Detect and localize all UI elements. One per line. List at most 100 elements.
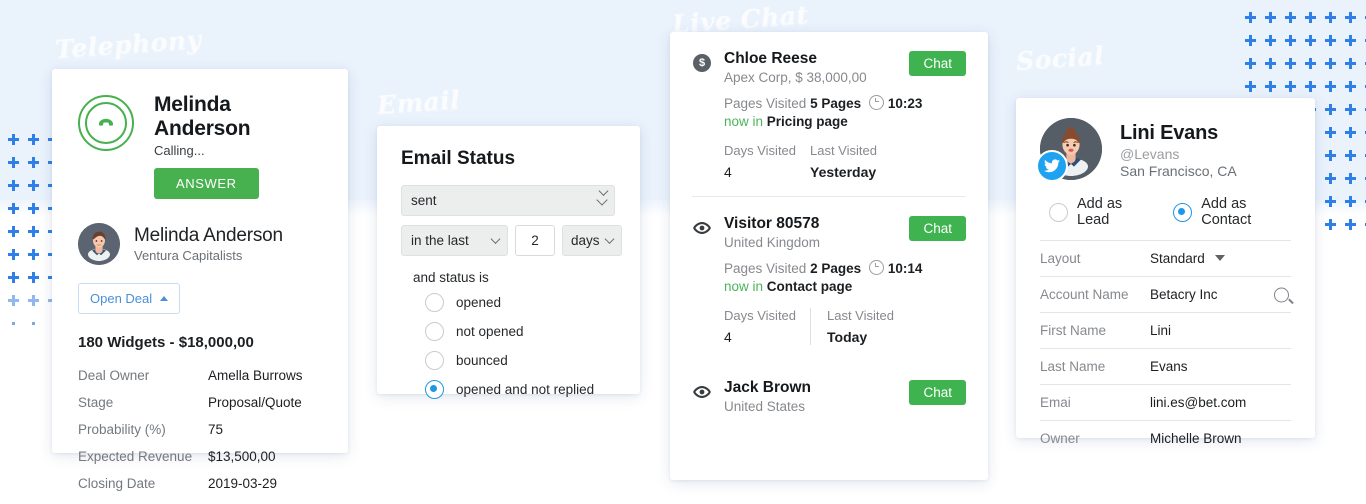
radio-icon[interactable] — [425, 351, 444, 370]
field-value[interactable]: Michelle Brown — [1150, 421, 1291, 457]
visitor-sub: Apex Corp, $ 38,000,00 — [724, 70, 867, 85]
now-in-row: now in Pricing page — [724, 114, 966, 129]
clock-icon — [869, 95, 885, 110]
radio-selected-icon[interactable] — [1173, 202, 1193, 222]
caller-name: Melinda Anderson — [154, 93, 251, 140]
field-value[interactable]: Standard — [1150, 241, 1291, 277]
deal-field-label: Probability (%) — [78, 422, 166, 437]
email-status-select[interactable]: sent — [401, 185, 615, 216]
plus-icon — [1305, 58, 1316, 69]
plus-icon — [1345, 127, 1356, 138]
table-row: Last Name Evans — [1040, 348, 1291, 385]
plus-icon — [8, 295, 19, 306]
last-visited-stat: Last Visited Yesterday — [810, 143, 896, 180]
deal-field-value: Proposal/Quote — [208, 395, 302, 410]
plus-icon — [1245, 58, 1256, 69]
radio-icon[interactable] — [425, 322, 444, 341]
plus-icon — [1265, 58, 1276, 69]
last-visited-stat: Last Visited Today — [810, 308, 894, 345]
radio-icon[interactable] — [1049, 202, 1068, 222]
radio-icon[interactable] — [425, 293, 444, 312]
pages-visited-row: Pages Visited 5 Pages 10:23 — [724, 95, 966, 111]
plus-icon — [1325, 173, 1336, 184]
list-item: $ Chloe Reese Apex Corp, $ 38,000,00 Chat Pa… — [670, 32, 988, 196]
plus-icon — [28, 203, 39, 214]
plus-icon — [1345, 35, 1356, 46]
pages-visited-row: Pages Visited 2 Pages 10:14 — [724, 260, 966, 276]
plus-icon — [1325, 81, 1336, 92]
option-label: opened — [456, 295, 502, 310]
last-visited-value: Yesterday — [810, 164, 877, 180]
social-fields-table: Layout Standard Account Name Betacry Inc Fir… — [1040, 240, 1291, 456]
field-label: Owner — [1040, 431, 1080, 446]
chat-button[interactable]: Chat — [909, 216, 966, 241]
email-status-option[interactable]: opened and not replied — [413, 380, 616, 399]
field-value[interactable]: lini.es@bet.com — [1150, 385, 1291, 421]
last-visited-label: Last Visited — [810, 143, 877, 158]
email-status-option[interactable]: opened — [413, 293, 616, 312]
chevron-up-icon — [160, 296, 169, 301]
plus-icon — [1325, 219, 1336, 230]
deal-field-label: Expected Revenue — [78, 449, 193, 464]
add-as-option[interactable]: Add as Lead — [1040, 196, 1150, 228]
livechat-card: $ Chloe Reese Apex Corp, $ 38,000,00 Chat Pa… — [670, 32, 988, 480]
deal-field-value: $13,500,00 — [208, 449, 276, 464]
visitor-name: Jack Brown — [724, 379, 812, 396]
deal-details-table: Deal Owner Amella Burrows Stage Proposal/Qu… — [78, 365, 322, 500]
pages-visited-value: 2 Pages — [810, 261, 862, 276]
field-value[interactable]: Betacry Inc — [1150, 277, 1291, 313]
field-value-text: Betacry Inc — [1150, 287, 1218, 302]
plus-icon — [1345, 58, 1356, 69]
amount-input[interactable] — [515, 225, 555, 256]
chat-button[interactable]: Chat — [909, 51, 966, 76]
days-visited-stat: Days Visited 4 — [724, 308, 810, 345]
now-in-label: now in — [724, 114, 764, 129]
deal-field-label: Closing Date — [78, 476, 156, 491]
table-row: Probability (%) 75 — [78, 419, 322, 446]
field-value[interactable]: Lini — [1150, 313, 1291, 349]
plus-icon — [1345, 219, 1356, 230]
plus-icon — [1305, 12, 1316, 23]
email-status-option[interactable]: bounced — [413, 351, 616, 370]
caret-down-icon[interactable] — [1214, 255, 1225, 261]
visit-time: 10:23 — [887, 96, 923, 111]
table-row: Closing Date 2019-03-29 — [78, 473, 322, 500]
add-as-radio-group: Add as Lead Add as Contact — [1040, 196, 1291, 228]
table-row: Deal Owner Amella Burrows — [78, 365, 322, 392]
avatar — [1036, 118, 1102, 182]
open-deal-button[interactable]: Open Deal — [78, 283, 181, 314]
plus-icon — [1325, 150, 1336, 161]
answer-button[interactable]: ANSWER — [154, 168, 259, 199]
plus-icon — [1345, 196, 1356, 207]
plus-icon — [1325, 127, 1336, 138]
field-value-text: Lini — [1150, 323, 1172, 338]
social-name: Lini Evans — [1120, 122, 1219, 144]
radio-selected-icon[interactable] — [425, 380, 444, 399]
social-handle: @Levans — [1120, 146, 1180, 162]
plus-icon — [28, 180, 39, 191]
table-row: Account Name Betacry Inc — [1040, 276, 1291, 313]
unit-select[interactable]: days — [562, 225, 622, 256]
telephony-card: Melinda Anderson Calling... ANSWER Melin… — [52, 69, 348, 491]
email-status-card: Email Status sent in the last days and s… — [377, 126, 640, 399]
and-status-is-label: and status is — [413, 270, 489, 285]
now-in-label: now in — [724, 279, 764, 294]
timeframe-select[interactable]: in the last — [401, 225, 508, 256]
chat-button[interactable]: Chat — [909, 380, 966, 405]
twitter-icon — [1036, 150, 1068, 182]
search-icon[interactable] — [1274, 287, 1289, 302]
incoming-call-row: Melinda Anderson Calling... ANSWER — [78, 91, 322, 199]
deal-field-value: 2019-03-29 — [208, 476, 278, 491]
plus-icon — [1325, 104, 1336, 115]
field-value[interactable]: Evans — [1150, 349, 1291, 385]
plus-icon — [1325, 35, 1336, 46]
table-row: Emai lini.es@bet.com — [1040, 384, 1291, 421]
visitor-name: Visitor 80578 — [724, 215, 820, 232]
field-label: Account Name — [1040, 287, 1129, 302]
clock-icon — [869, 260, 885, 275]
add-as-option[interactable]: Add as Contact — [1164, 196, 1291, 228]
plus-icon — [28, 226, 39, 237]
table-row: Layout Standard — [1040, 240, 1291, 277]
plus-icon — [28, 157, 39, 168]
email-status-option[interactable]: not opened — [413, 322, 616, 341]
